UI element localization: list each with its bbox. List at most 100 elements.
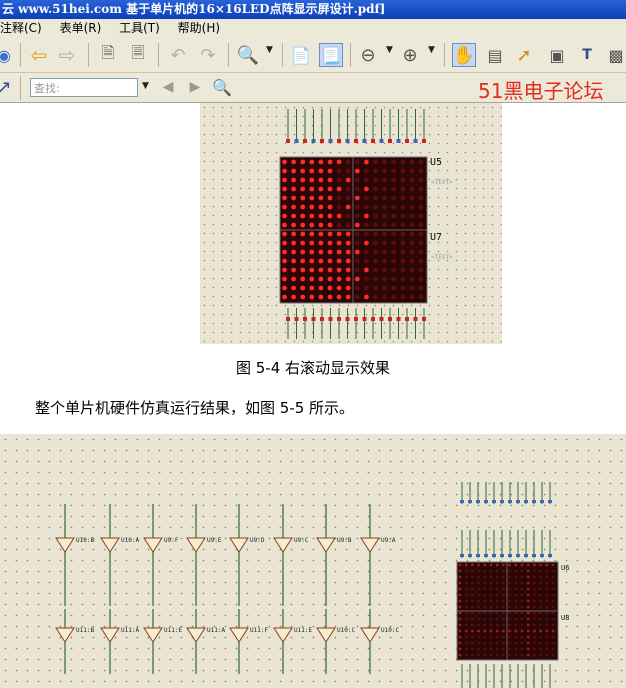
led-dot <box>489 587 493 591</box>
fit-page-icon[interactable]: 📄 <box>289 43 313 67</box>
led-dot <box>327 177 333 183</box>
led-dot <box>483 629 487 633</box>
led-dot <box>526 611 530 615</box>
zoom-in-dropdown-icon[interactable]: ▼ <box>428 45 435 55</box>
zoom-in-icon[interactable]: ⊕ <box>398 43 422 67</box>
led-dot <box>508 569 511 573</box>
led-dot <box>391 213 397 219</box>
led-dot <box>291 177 296 183</box>
led-dot <box>458 623 462 627</box>
led-dot <box>391 186 397 192</box>
led-dot <box>477 635 480 639</box>
led-dot <box>336 231 342 237</box>
led-dot <box>409 195 415 201</box>
back-arrow-icon[interactable]: ⇦ <box>27 43 51 67</box>
led-dot <box>526 575 530 579</box>
led-dot <box>354 204 360 210</box>
led-dot <box>291 285 296 291</box>
pointer-icon[interactable]: ➚ <box>512 43 536 67</box>
led-dot <box>464 647 468 651</box>
led-dot <box>545 605 549 609</box>
led-dot <box>373 168 378 174</box>
menu-annotate[interactable]: 注释(C) <box>0 21 42 35</box>
led-dot <box>373 213 378 219</box>
led-dot <box>336 285 342 291</box>
led-dot <box>489 629 493 633</box>
menu-tools[interactable]: 工具(T) <box>119 21 160 35</box>
led-dot <box>514 605 518 609</box>
led-dot <box>345 222 351 228</box>
menu-form[interactable]: 表单(R) <box>60 21 102 35</box>
find-next-icon[interactable]: ▶ <box>183 75 207 99</box>
led-dot <box>336 168 342 174</box>
inverter-label: U11:A <box>121 627 139 634</box>
led-dot <box>309 249 315 255</box>
led-dot <box>345 276 351 282</box>
inverter-label: U10:A <box>121 537 139 544</box>
led-dot <box>336 267 342 273</box>
led-dot <box>471 629 474 633</box>
led-dot <box>495 617 499 621</box>
page-export-icon[interactable]: 🗎 <box>96 43 120 67</box>
led-dot <box>533 569 536 573</box>
select-text-icon[interactable]: ▤ <box>483 43 507 67</box>
led-dot <box>327 159 333 165</box>
led-dot <box>495 605 499 609</box>
typewriter-icon[interactable]: T <box>575 43 599 67</box>
led-dot <box>458 605 462 609</box>
search-options-icon[interactable]: 🔍 <box>210 75 234 99</box>
redo-icon[interactable]: ↷ <box>196 43 220 67</box>
led-dot <box>354 231 360 237</box>
led-dot <box>526 605 530 609</box>
pin-marker <box>508 500 512 503</box>
led-dot <box>318 249 324 255</box>
fit-width-icon[interactable]: 📃 <box>319 43 343 67</box>
led-dot <box>514 587 518 591</box>
pin-marker <box>328 317 333 321</box>
led-dot <box>508 605 511 609</box>
find-binoculars-icon[interactable]: ▣ <box>545 43 569 67</box>
zoom-dropdown-icon[interactable]: ▼ <box>266 45 273 55</box>
led-dot <box>364 204 369 210</box>
led-dot <box>364 240 369 246</box>
arrow-icon[interactable]: ↗ <box>0 75 16 99</box>
led-dot <box>545 623 549 627</box>
led-dot <box>514 647 518 651</box>
led-dot <box>533 635 536 639</box>
led-dot <box>502 605 505 609</box>
pin-marker <box>362 139 367 143</box>
inverter-label: U11:E <box>294 627 312 634</box>
undo-icon[interactable]: ↶ <box>166 43 190 67</box>
led-dot <box>300 267 306 273</box>
led-dot <box>382 240 387 246</box>
led-dot <box>471 569 474 573</box>
pin-marker <box>516 554 520 557</box>
led-dot <box>539 617 542 621</box>
pin-marker <box>508 554 512 557</box>
zoom-out-dropdown-icon[interactable]: ▼ <box>386 45 393 55</box>
led-dot <box>345 267 351 273</box>
led-dot <box>327 222 333 228</box>
menu-help[interactable]: 帮助(H) <box>178 21 220 35</box>
hand-tool-icon[interactable]: ✋ <box>452 43 476 67</box>
forward-arrow-icon[interactable]: ⇨ <box>55 43 79 67</box>
snapshot-camera-icon[interactable]: ▩ <box>604 43 626 67</box>
search-input[interactable]: 查找: <box>30 78 138 97</box>
led-dot <box>514 641 518 645</box>
nav-circle-icon[interactable]: ◉ <box>0 43 16 67</box>
zoom-tool-icon[interactable]: 🔍 <box>236 43 260 67</box>
led-dot <box>458 587 462 591</box>
search-dropdown-icon[interactable]: ▼ <box>142 81 149 91</box>
zoom-out-icon[interactable]: ⊖ <box>356 43 380 67</box>
led-dot <box>391 294 397 300</box>
led-dot <box>471 605 474 609</box>
page-import-icon[interactable]: 🗏 <box>126 43 150 67</box>
pin-marker <box>396 139 401 143</box>
led-dot <box>418 231 424 237</box>
led-dot <box>336 195 342 201</box>
find-previous-icon[interactable]: ◀ <box>156 75 180 99</box>
led-dot <box>495 575 499 579</box>
led-dot <box>502 653 505 657</box>
pin-marker <box>320 139 324 143</box>
led-dot <box>364 276 369 282</box>
